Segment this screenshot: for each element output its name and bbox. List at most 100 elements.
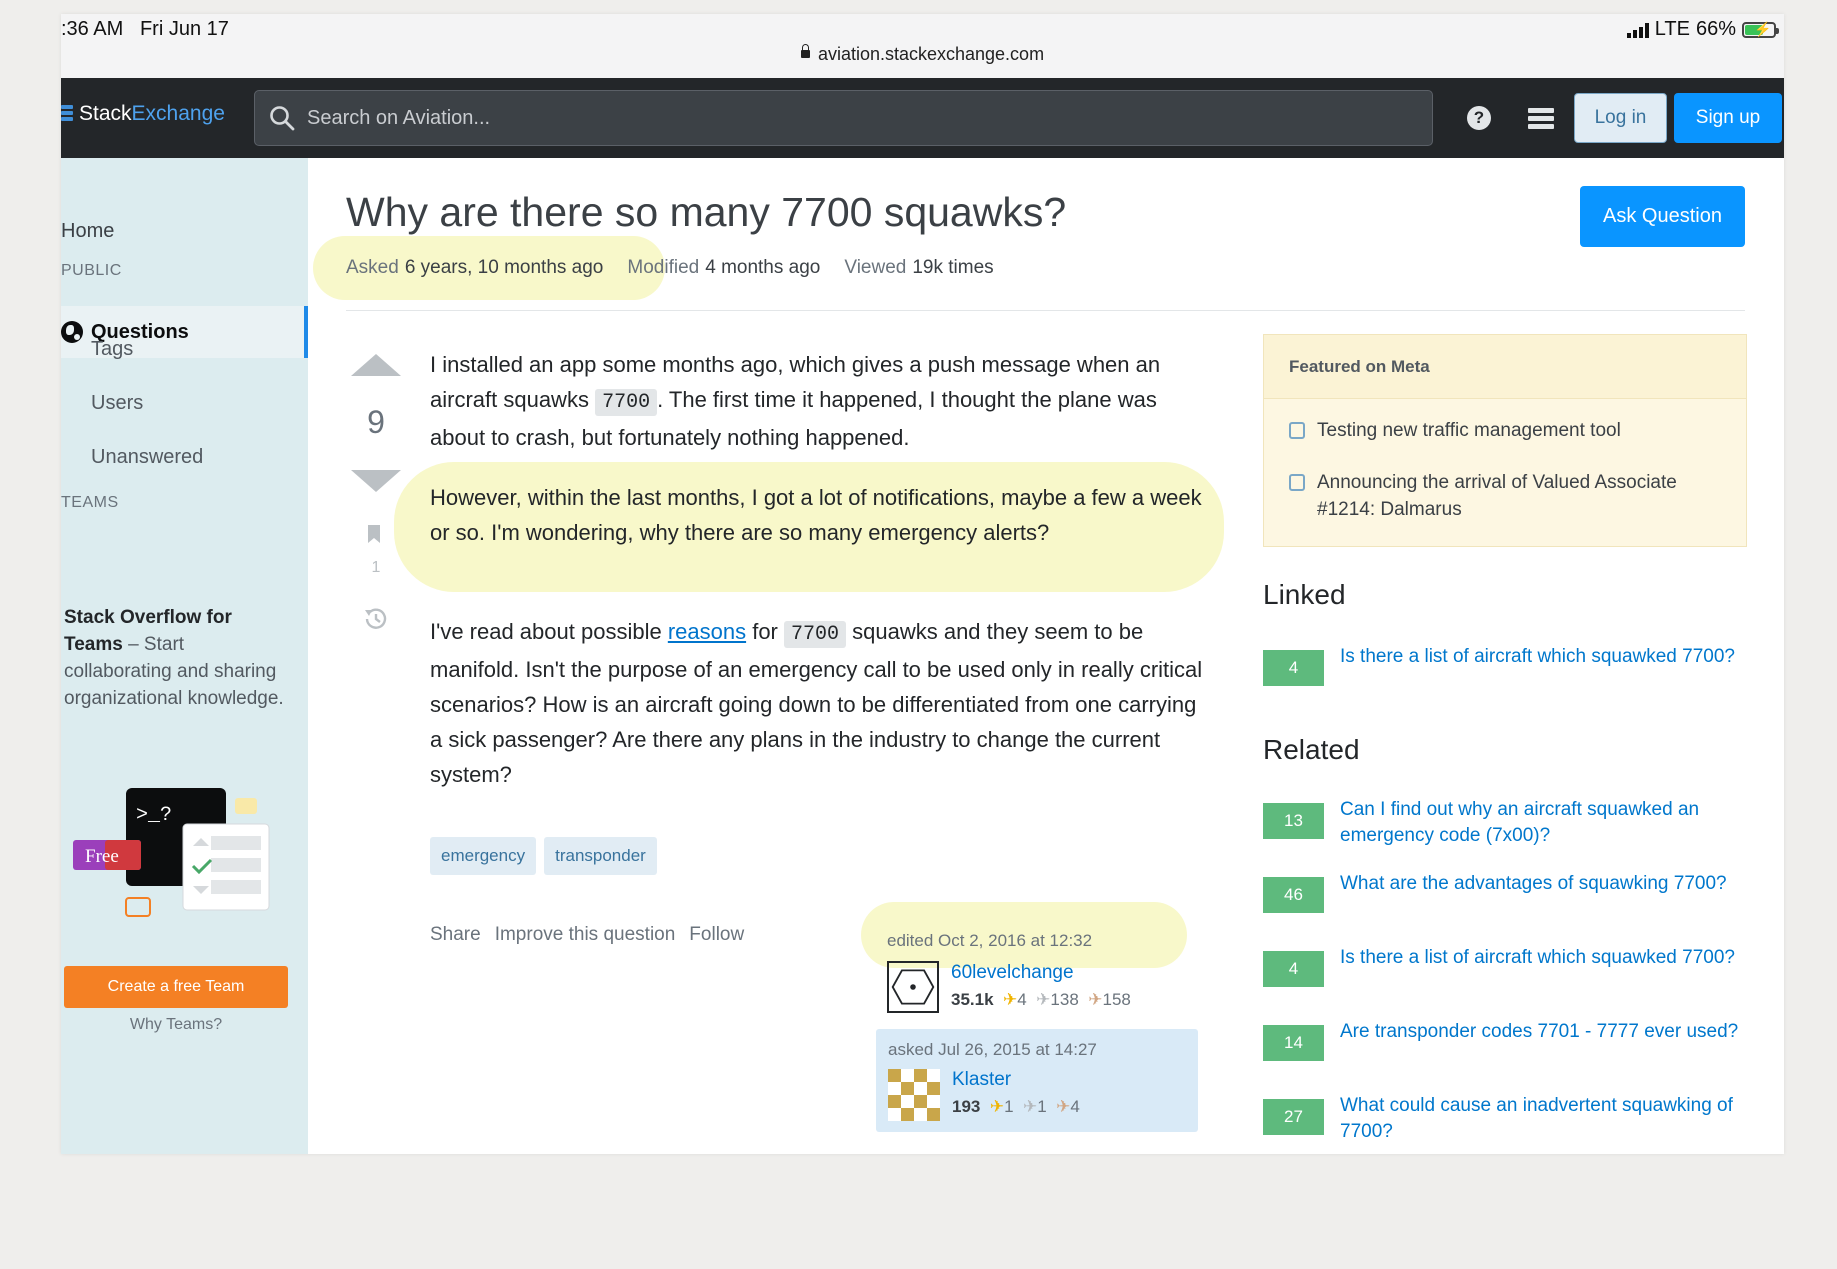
left-sidebar: Home PUBLIC Questions Tags Users Unanswe… (61, 158, 308, 1154)
teams-illustration: >_? Free (73, 788, 270, 917)
site-switcher-icon[interactable] (1528, 108, 1554, 130)
tag-emergency[interactable]: emergency (430, 837, 537, 875)
url-text: aviation.stackexchange.com (817, 44, 1045, 64)
stackexchange-logo-icon (61, 105, 73, 123)
asker-card: asked Jul 26, 2015 at 14:27 Klaster 193 … (876, 1029, 1198, 1132)
follow-link[interactable]: Follow (689, 924, 744, 946)
lock-icon (800, 44, 810, 59)
related-question-link[interactable]: Are transponder codes 7701 - 7777 ever u… (1340, 1019, 1742, 1061)
history-icon[interactable] (361, 604, 391, 634)
header-divider (346, 310, 1745, 311)
battery-percent: 66% (1695, 18, 1736, 40)
signup-button[interactable]: Sign up (1674, 93, 1782, 143)
answer-count: 13 (1263, 803, 1324, 839)
asked-label: Asked (346, 257, 399, 278)
edited-timestamp[interactable]: edited Oct 2, 2016 at 12:32 (887, 931, 1092, 951)
question-title[interactable]: Why are there so many 7700 squawks? (346, 189, 1066, 236)
reasons-link[interactable]: reasons (668, 619, 746, 644)
asked-value: 6 years, 10 months ago (404, 257, 604, 278)
linked-item[interactable]: 4 Is there a list of aircraft which squa… (1263, 644, 1747, 686)
answer-count: 27 (1263, 1099, 1324, 1135)
post-paragraph-1: I installed an app some months ago, whic… (430, 352, 1161, 450)
address-bar[interactable]: aviation.stackexchange.com (61, 44, 1784, 65)
network-label: LTE (1654, 18, 1690, 40)
asker-reputation: 193 (952, 1097, 981, 1116)
sidebar-item-unanswered[interactable]: Unanswered (91, 446, 203, 469)
ask-question-button[interactable]: Ask Question (1580, 186, 1745, 247)
bronze-badge-icon: ✈ (1056, 1097, 1071, 1116)
featured-meta-heading: Featured on Meta (1264, 335, 1746, 399)
related-item[interactable]: 4 Is there a list of aircraft which squa… (1263, 945, 1747, 987)
asked-timestamp: asked Jul 26, 2015 at 14:27 (888, 1040, 1097, 1059)
meta-item[interactable]: Announcing the arrival of Valued Associa… (1289, 469, 1719, 523)
search-input[interactable] (305, 105, 1209, 131)
why-teams-link[interactable]: Why Teams? (64, 1016, 288, 1034)
chat-icon (1289, 474, 1305, 491)
related-item[interactable]: 46 What are the advantages of squawking … (1263, 871, 1747, 913)
editor-avatar[interactable] (887, 961, 939, 1013)
editor-name[interactable]: 60levelchange (951, 962, 1074, 984)
meta-item-label: Announcing the arrival of Valued Associa… (1317, 472, 1677, 520)
bookmark-icon[interactable] (367, 524, 381, 544)
asker-name[interactable]: Klaster (952, 1069, 1011, 1091)
login-button[interactable]: Log in (1574, 93, 1667, 143)
search-icon (270, 106, 295, 131)
tag-transponder[interactable]: transponder (544, 837, 657, 875)
answer-count: 14 (1263, 1025, 1324, 1061)
sidebar-item-tags[interactable]: Tags (91, 338, 133, 361)
signal-icon (1626, 22, 1649, 38)
site-topbar: StackExchange ? Log in Sign up (61, 78, 1784, 158)
related-item[interactable]: 27 What could cause an inadvertent squaw… (1263, 1093, 1747, 1145)
stackexchange-logo[interactable]: StackExchange (61, 102, 225, 126)
viewed-label: Viewed (844, 257, 907, 278)
related-item[interactable]: 14 Are transponder codes 7701 - 7777 eve… (1263, 1019, 1747, 1061)
silver-badge-icon: ✈ (1036, 990, 1051, 1009)
bronze-badge-icon: ✈ (1088, 990, 1103, 1009)
help-icon[interactable]: ? (1467, 106, 1491, 130)
meta-item[interactable]: Testing new traffic management tool (1289, 417, 1621, 444)
status-bar: :36 AM Fri Jun 17 LTE 66% ⚡ aviation.sta… (61, 14, 1784, 78)
downvote-icon[interactable] (351, 470, 401, 492)
vote-count: 9 (367, 404, 385, 440)
linked-question-link[interactable]: Is there a list of aircraft which squawk… (1340, 644, 1742, 686)
gold-badge-icon: ✈ (1003, 990, 1018, 1009)
related-heading: Related (1263, 734, 1360, 765)
battery-icon: ⚡ (1742, 21, 1779, 38)
related-item[interactable]: 13 Can I find out why an aircraft squawk… (1263, 797, 1747, 849)
status-time: :36 AM Fri Jun 17 (61, 18, 229, 41)
improve-link[interactable]: Improve this question (495, 924, 676, 946)
post-menu: Share Improve this question Follow (430, 924, 744, 946)
gold-badge-icon: ✈ (989, 1097, 1005, 1116)
editor-stats: 35.1k ✈4 ✈138 ✈158 (951, 990, 1131, 1009)
illus-free: Free (85, 846, 119, 867)
sidebar-heading-public: PUBLIC (61, 262, 122, 279)
modified-label: Modified (627, 257, 700, 278)
viewed-value: 19k times (912, 257, 994, 278)
sidebar-item-home[interactable]: Home (61, 220, 114, 243)
answer-count: 4 (1263, 951, 1324, 987)
upvote-icon[interactable] (351, 354, 401, 376)
silver-badge-icon: ✈ (1023, 1097, 1038, 1116)
featured-meta-box: Featured on Meta Testing new traffic man… (1263, 334, 1747, 547)
bookmark-count: 1 (371, 559, 381, 576)
post-paragraph-3: I've read about possible reasons for 770… (430, 619, 1203, 787)
logo-stack-text: Stack (79, 102, 132, 125)
share-link[interactable]: Share (430, 924, 481, 946)
modified-value: 4 months ago (705, 257, 821, 278)
sidebar-item-users[interactable]: Users (91, 392, 143, 415)
related-question-link[interactable]: Can I find out why an aircraft squawked … (1340, 797, 1742, 849)
status-right: LTE 66% ⚡ (1626, 18, 1779, 41)
asker-avatar[interactable] (888, 1069, 940, 1121)
related-question-link[interactable]: Is there a list of aircraft which squawk… (1340, 945, 1742, 987)
editor-reputation: 35.1k (951, 990, 994, 1009)
answer-count: 4 (1263, 650, 1324, 686)
chat-icon (1289, 422, 1305, 439)
related-question-link[interactable]: What could cause an inadvertent squawkin… (1340, 1093, 1742, 1145)
post-paragraph-2: However, within the last months, I got a… (430, 485, 1202, 545)
ipad-screen: :36 AM Fri Jun 17 LTE 66% ⚡ aviation.sta… (61, 14, 1784, 1154)
search-box[interactable] (254, 90, 1433, 146)
teams-promo-text: Stack Overflow for Teams – Start collabo… (64, 604, 289, 712)
create-team-button[interactable]: Create a free Team (64, 966, 288, 1008)
related-question-link[interactable]: What are the advantages of squawking 770… (1340, 871, 1742, 913)
asker-stats: 193 ✈1 ✈1 ✈4 (952, 1097, 1080, 1116)
